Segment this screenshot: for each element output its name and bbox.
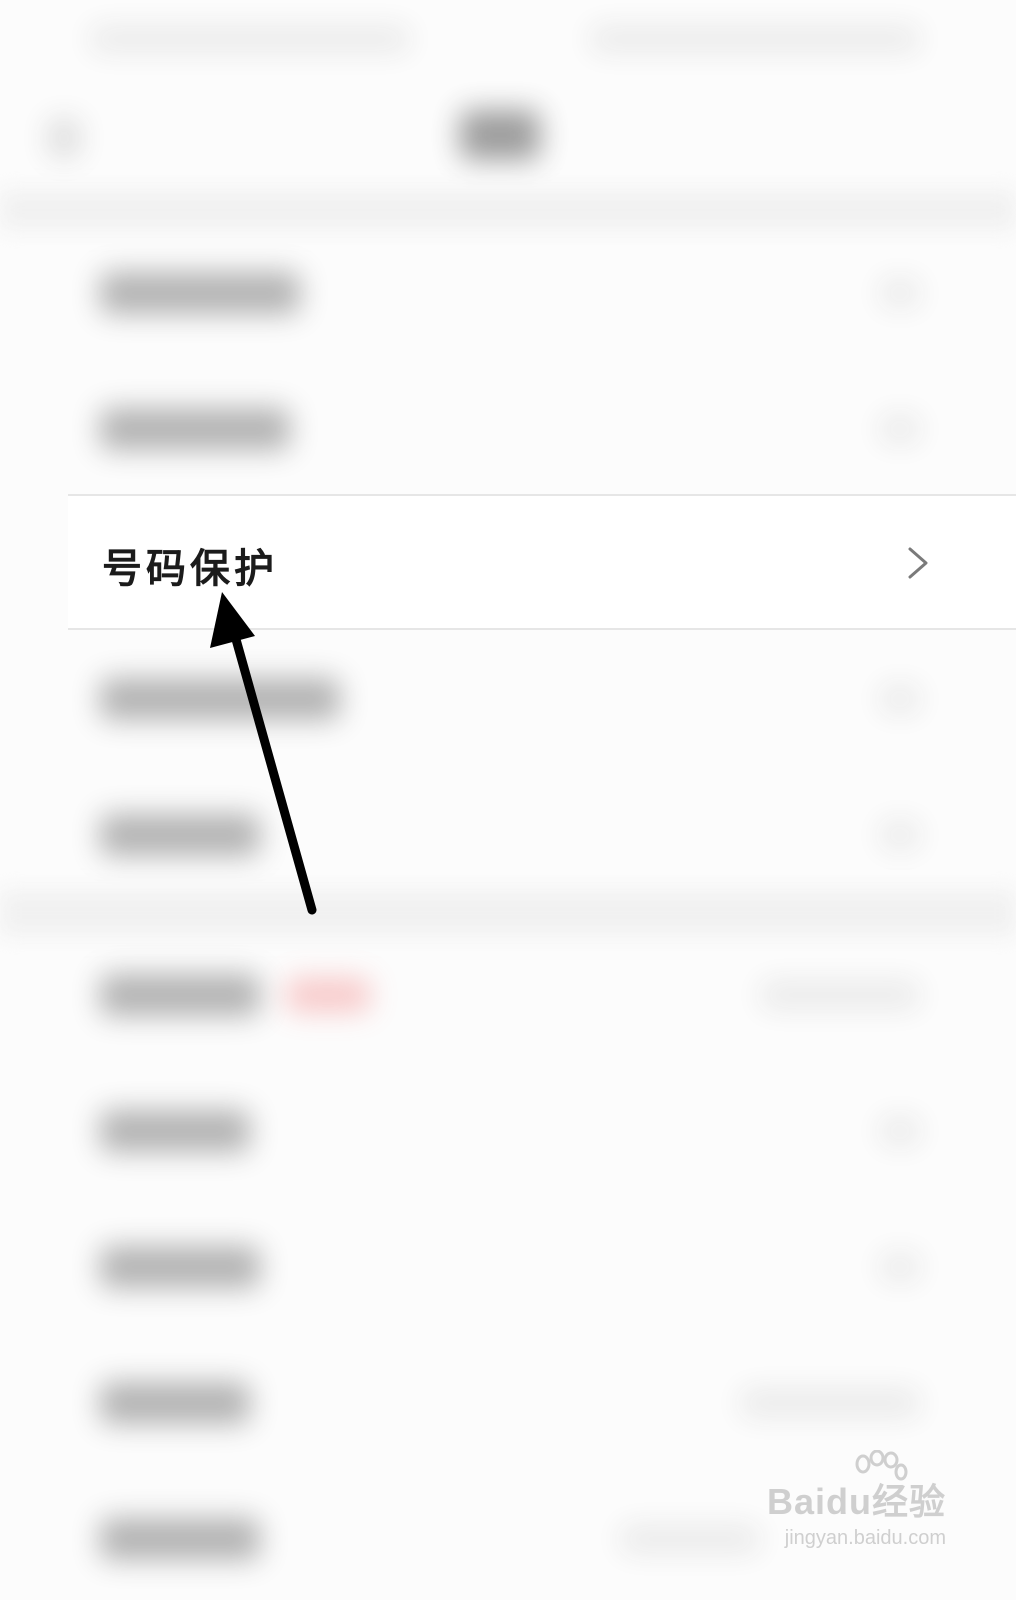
watermark-brand: Baidu经验 [766, 1481, 946, 1522]
annotation-arrow-icon [210, 592, 317, 915]
watermark-url: jingyan.baidu.com [784, 1527, 946, 1549]
watermark: Baidu经验 jingyan.baidu.com [767, 1473, 946, 1550]
